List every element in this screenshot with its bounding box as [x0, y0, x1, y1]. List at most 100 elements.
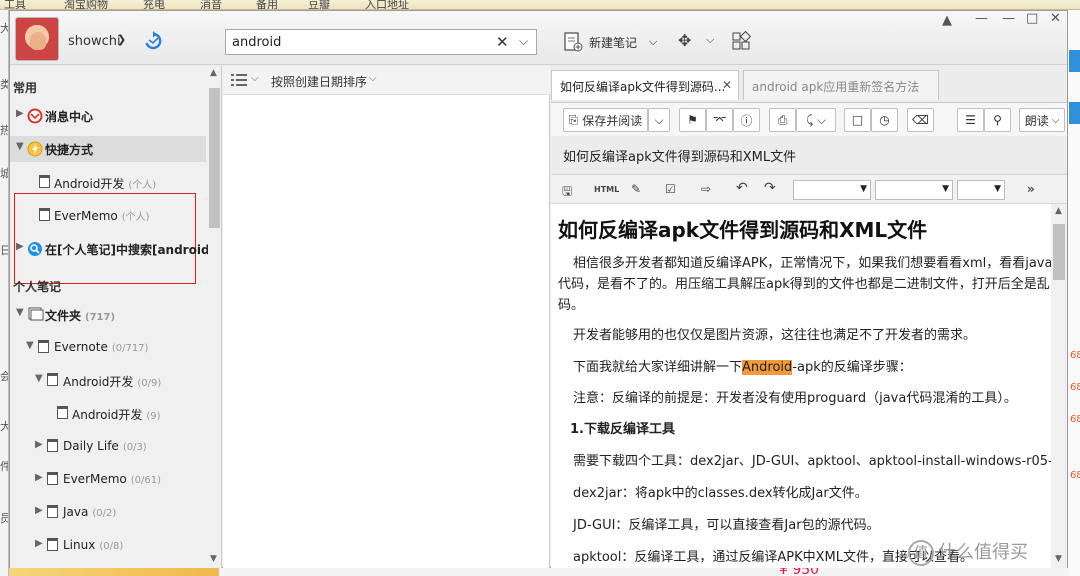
chevron-down-icon[interactable]: ▼ — [26, 340, 34, 351]
comment-button[interactable]: □ — [844, 108, 871, 132]
print-button[interactable]: ⎙ — [769, 108, 796, 132]
chevron-down-icon[interactable]: ▼ — [35, 373, 43, 384]
chevron-down-icon[interactable]: ⌵ — [649, 35, 657, 49]
chevron-right-icon[interactable]: ▶ — [16, 108, 24, 119]
search-box[interactable]: ✕ ⌵ — [225, 29, 537, 55]
folder-item[interactable]: ▼ 文件夹 (717) — [10, 302, 210, 328]
fragment: 68 — [1070, 414, 1080, 425]
minimize-button[interactable]: — — [975, 11, 988, 26]
scroll-down-icon[interactable]: ▼ — [1055, 554, 1062, 564]
heading-select[interactable]: ▼ — [957, 180, 1005, 200]
bookmark[interactable]: 淘宝购物 — [64, 0, 108, 9]
eraser-icon[interactable]: ✎ — [631, 182, 641, 196]
tray-icon[interactable]: ▲ — [942, 13, 952, 28]
folder-label: Linux — [63, 538, 96, 552]
scrollbar-thumb[interactable] — [209, 88, 220, 228]
new-note-button[interactable]: 新建笔记 ⌵ — [563, 30, 657, 54]
close-button[interactable]: ✕ — [1050, 11, 1061, 26]
layout-grid-icon[interactable] — [731, 31, 751, 51]
sidebar-item-message-center[interactable]: ▶ 消息中心 — [10, 103, 210, 129]
chevron-right-icon[interactable]: ▶ — [35, 439, 43, 450]
fragment: 68 — [1070, 350, 1080, 361]
chevron-down-icon[interactable]: ⌵ — [369, 73, 377, 84]
folder-item[interactable]: ▼ Android开发 (0/9) — [10, 368, 210, 394]
note-title-field[interactable]: 如何反编译apk文件得到源码和XML文件 — [563, 146, 796, 165]
info-button[interactable]: ⓘ — [733, 108, 760, 132]
chevron-down-icon[interactable]: ❯ — [117, 33, 126, 46]
folder-item[interactable]: ▶ Linux (0/8) — [10, 533, 210, 559]
folder-item[interactable]: Android开发 (9) — [10, 401, 210, 427]
sidebar-scrollbar[interactable]: ▲ ▼ — [208, 66, 221, 568]
chevron-right-icon[interactable]: ▶ — [35, 472, 43, 483]
search-input[interactable] — [232, 33, 492, 51]
fragment: 68 — [1070, 470, 1080, 481]
undo-icon[interactable]: ↶ — [736, 180, 748, 196]
username[interactable]: showchi — [68, 34, 121, 49]
bookmark-button[interactable]: ⚑ — [679, 108, 706, 132]
checkbox-icon[interactable]: ☑ — [665, 182, 676, 196]
share-button[interactable]: ⤹ ⌵ — [796, 108, 836, 132]
chevron-right-icon[interactable]: ▶ — [16, 241, 24, 252]
html-button[interactable]: HTML — [594, 185, 619, 194]
tab-label: android apk应用重新签名方法 — [752, 80, 920, 94]
folder-label: Java — [63, 505, 89, 519]
sidebar-item-shortcuts[interactable]: ▼ 快捷方式 — [10, 136, 206, 162]
folder-count: (9) — [146, 411, 161, 422]
note-list-toolbar: ⌵ 按照创建日期排序 ⌵ — [223, 66, 550, 95]
sidebar-item-label: 在[个人笔记]中搜索[android] — [45, 243, 216, 257]
scrollbar-thumb[interactable] — [1053, 224, 1065, 280]
bookmark[interactable]: 充电 — [143, 0, 165, 9]
scroll-up-icon[interactable]: ▲ — [1055, 206, 1062, 216]
bookmark[interactable]: 豆瓣 — [308, 0, 330, 9]
more-tools-icon[interactable]: » — [1027, 182, 1035, 196]
folder-item[interactable]: ▶ EverMemo (0/61) — [10, 467, 210, 493]
list-view-icon[interactable] — [231, 74, 247, 86]
folder-item[interactable]: ▶ Java (0/2) — [10, 500, 210, 526]
bookmark[interactable]: 消音 — [200, 0, 222, 9]
folder-label: Android开发 — [72, 408, 143, 422]
note-scrollbar[interactable]: ▲ ▼ — [1051, 204, 1067, 568]
tab-other-note[interactable]: android apk应用重新签名方法 — [743, 70, 939, 100]
reminder-button[interactable]: ◷ — [871, 108, 898, 132]
maximize-button[interactable]: □ — [1026, 11, 1038, 26]
redo-icon[interactable]: ↷ — [764, 180, 776, 196]
chevron-right-icon[interactable]: ▶ — [35, 505, 43, 516]
bookmark[interactable]: 入口地址 — [365, 0, 409, 9]
attachment-button[interactable]: ⌤ — [706, 108, 733, 132]
font-size-select[interactable]: ▼ — [875, 180, 953, 200]
save-and-read-button[interactable]: ⎘ 保存并阅读 — [563, 108, 648, 132]
close-icon[interactable]: ✕ — [722, 78, 732, 92]
save-and-read-label: 保存并阅读 — [582, 113, 643, 128]
move-icon[interactable]: ✥ — [678, 31, 691, 50]
chevron-down-icon[interactable]: ⌵ — [519, 34, 528, 49]
tab-active-note[interactable]: 如何反编译apk文件得到源码... ✕ — [551, 70, 739, 100]
save-icon[interactable]: 🖫 — [562, 182, 572, 203]
save-options-dropdown[interactable]: ⌵ — [648, 108, 670, 132]
read-aloud-label: 朗读 — [1024, 113, 1049, 128]
printer-icon: ⎙ — [777, 112, 788, 127]
folder-item[interactable]: ▶ Daily Life (0/3) — [10, 434, 210, 460]
chevron-down-icon[interactable]: ▼ — [16, 307, 24, 318]
sync-icon[interactable] — [143, 31, 163, 51]
scroll-down-icon[interactable]: ▼ — [210, 554, 217, 564]
font-family-select[interactable]: ▼ — [793, 180, 871, 200]
bookmark[interactable]: 工具 — [4, 0, 26, 9]
find-in-note-button[interactable]: ⚲ — [984, 108, 1011, 132]
avatar[interactable] — [15, 17, 59, 61]
sidebar-item-search-result[interactable]: ▶ 在[个人笔记]中搜索[android] — [10, 236, 215, 262]
chevron-right-icon[interactable]: ▶ — [35, 538, 43, 549]
clear-icon[interactable]: ✕ — [496, 33, 509, 51]
note-content[interactable]: 如何反编译apk文件得到源码和XML文件 相信很多开发者都知道反编译APK，正常… — [551, 204, 1051, 568]
delete-button[interactable]: ⌫ — [907, 108, 934, 132]
chevron-down-icon[interactable]: ⌵ — [251, 73, 259, 84]
read-aloud-button[interactable]: 朗读 ⌵ — [1019, 108, 1065, 132]
outline-button[interactable]: ☰ — [957, 108, 984, 132]
chevron-down-icon[interactable]: ⌵ — [706, 33, 714, 47]
scroll-up-icon[interactable]: ▲ — [210, 68, 217, 78]
chevron-down-icon[interactable]: ▼ — [16, 141, 24, 152]
sort-order-label[interactable]: 按照创建日期排序 — [271, 73, 367, 90]
bookmark[interactable]: 备用 — [256, 0, 278, 9]
insert-icon[interactable]: ⇨ — [701, 182, 711, 196]
folder-item[interactable]: ▼ Evernote (0/717) — [10, 335, 210, 361]
restore-down-icon[interactable]: — — [1002, 11, 1015, 26]
